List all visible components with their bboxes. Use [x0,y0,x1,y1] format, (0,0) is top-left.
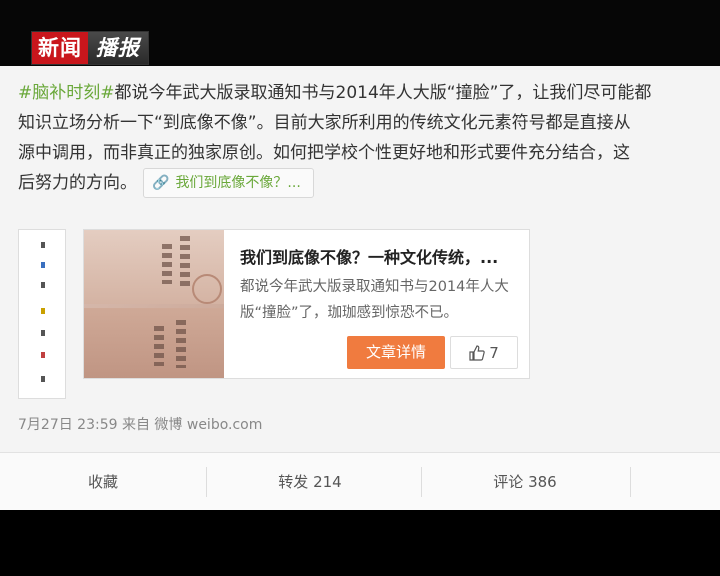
like-count: 7 [489,343,499,362]
seal-stamp [192,274,222,304]
calligraphy-mark [180,236,190,286]
thumb-mark [41,352,45,358]
article-link[interactable]: 🔗 我们到底像不像？... [143,168,314,198]
hashtag-link[interactable]: #脑补时刻# [18,83,115,103]
calligraphy-mark [162,244,172,284]
link-icon: 🔗 [152,175,170,191]
like-button[interactable]: 7 [450,336,518,369]
thumb-mark [41,282,45,288]
thumb-mark [41,242,45,248]
post-text-1: 都说今年武大版录取通知书与2014年人大版“撞脸”了，让我们尽可能都 [114,83,652,103]
post-meta: 7月27日 23:59 来自 微博 weibo.com [18,417,263,433]
post-line-4: 后努力的方向。 🔗 我们到底像不像？... [18,168,720,198]
article-title: 我们到底像不像？一种文化传统，... [240,248,499,267]
video-bottom-bar [0,510,720,576]
article-description: 都说今年武大版录取通知书与2014年人大版“撞脸”了，珈珈感到惊恐不已。 [240,279,509,321]
image-thumbnail[interactable] [18,229,66,399]
article-link-text: 我们到底像不像？... [175,175,301,191]
thumbs-up-icon [469,344,485,361]
repost-button[interactable]: 转发 214 [207,453,413,510]
thumb-mark [41,262,45,268]
post-line-2: 知识立场分析一下“到底像不像”。目前大家所利用的传统文化元素符号都是直接从 [18,113,631,133]
divider [630,467,631,497]
logo-part-broadcast: 播报 [88,32,148,64]
post-text-4: 后努力的方向。 [18,173,137,193]
comment-button[interactable]: 评论 386 [422,453,628,510]
weibo-post: #脑补时刻#都说今年武大版录取通知书与2014年人大版“撞脸”了，让我们尽可能都… [0,66,720,510]
article-card[interactable]: 我们到底像不像？一种文化传统，... 都说今年武大版录取通知书与2014年人大版… [83,229,530,379]
post-body: #脑补时刻#都说今年武大版录取通知书与2014年人大版“撞脸”了，让我们尽可能都… [18,78,720,198]
thumb-mark [41,330,45,336]
thumb-mark [41,308,45,314]
calligraphy-mark [176,320,186,368]
action-bar: 收藏 转发 214 评论 386 [0,452,720,510]
favorite-button[interactable]: 收藏 [0,453,206,510]
news-broadcast-logo: 新闻 播报 [32,32,148,64]
calligraphy-mark [154,326,164,366]
post-line-1: #脑补时刻#都说今年武大版录取通知书与2014年人大版“撞脸”了，让我们尽可能都 [18,78,720,108]
post-line-3: 源中调用，而非真正的独家原创。如何把学校个性更好地和形式要件充分结合，这 [18,143,630,163]
logo-part-news: 新闻 [32,32,88,64]
video-top-bar: 新闻 播报 [0,0,720,66]
article-detail-button[interactable]: 文章详情 [347,336,445,369]
article-cover-image [84,230,224,378]
thumb-mark [41,376,45,382]
